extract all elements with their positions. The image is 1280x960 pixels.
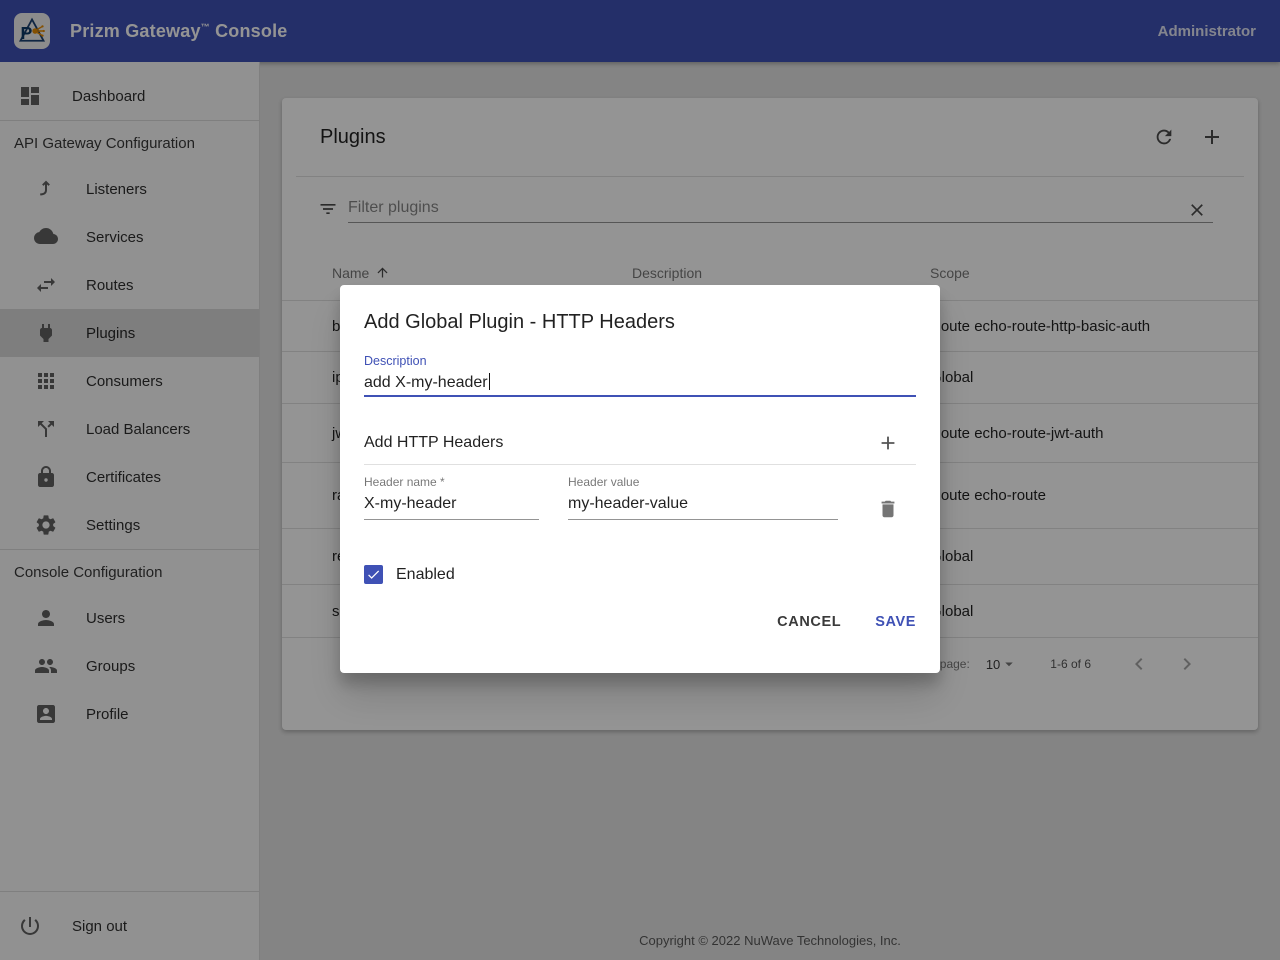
divider <box>364 464 916 465</box>
header-name-label: Header name * <box>364 475 539 489</box>
plus-icon <box>877 432 899 454</box>
add-header-button[interactable] <box>876 431 900 455</box>
description-input[interactable]: add X-my-header <box>364 373 916 397</box>
delete-header-button[interactable] <box>876 497 900 521</box>
checkmark-icon <box>366 567 381 582</box>
header-name-input[interactable]: X-my-header <box>364 495 539 520</box>
save-button[interactable]: SAVE <box>875 614 916 630</box>
enabled-checkbox[interactable] <box>364 565 383 584</box>
trash-icon <box>877 498 899 520</box>
enabled-label: Enabled <box>396 566 455 584</box>
http-headers-section-label: Add HTTP Headers <box>364 434 876 452</box>
description-label: Description <box>364 354 916 368</box>
add-plugin-dialog: Add Global Plugin - HTTP Headers Descrip… <box>340 285 940 673</box>
header-value-label: Header value <box>568 475 838 489</box>
cancel-button[interactable]: CANCEL <box>777 614 841 630</box>
text-cursor <box>489 373 491 390</box>
dialog-title: Add Global Plugin - HTTP Headers <box>364 309 916 335</box>
header-value-input[interactable]: my-header-value <box>568 495 838 520</box>
